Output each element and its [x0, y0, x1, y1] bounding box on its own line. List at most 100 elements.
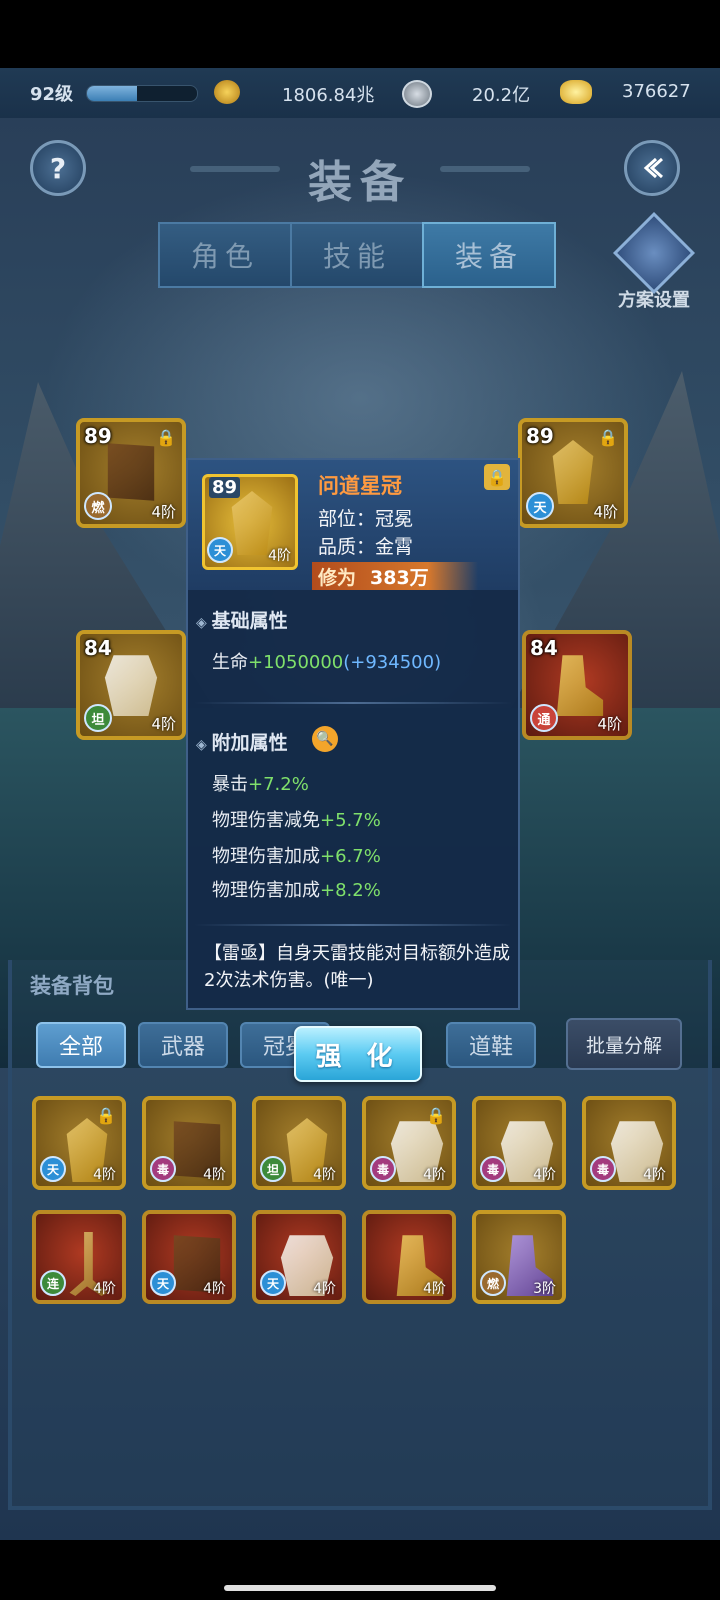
equip-slot-crown[interactable]: 89 🔒 天 4阶: [518, 418, 628, 528]
page-title: 装备: [308, 157, 412, 208]
slot-tier: 4阶: [597, 715, 622, 733]
extra-stat: 物理伤害加成+6.7%: [212, 842, 381, 868]
item-badge: 坦: [260, 1156, 286, 1182]
bag-item[interactable]: 坦 4阶: [252, 1096, 346, 1190]
home-indicator[interactable]: [224, 1585, 496, 1591]
stat-name: 物理伤害加成: [212, 880, 320, 901]
stat-value: +5.7%: [320, 810, 381, 831]
equip-slot-book[interactable]: 89 🔒 燃 4阶: [76, 418, 186, 528]
item-tier: 4阶: [423, 1167, 446, 1183]
slot-level: 84: [530, 636, 558, 660]
help-icon: ?: [49, 151, 67, 185]
player-level: 92级: [30, 84, 74, 105]
item-badge: 毒: [590, 1156, 616, 1182]
item-tier: 4阶: [313, 1281, 336, 1297]
slot-badge: 坦: [84, 704, 112, 732]
plan-settings-button[interactable]: 方案设置: [612, 211, 696, 312]
item-tier: 4阶: [203, 1281, 226, 1297]
popup-item-icon: 89 天 4阶: [202, 474, 298, 570]
item-tier: 4阶: [313, 1167, 336, 1183]
slot-tier: 4阶: [593, 503, 618, 521]
item-tier: 4阶: [533, 1167, 556, 1183]
filter-shoes[interactable]: 道鞋: [446, 1022, 536, 1068]
slot-level: 89: [84, 424, 112, 448]
help-button[interactable]: ?: [30, 140, 86, 196]
xp-bar: [86, 85, 198, 102]
item-quality: 品质：金霄: [318, 536, 414, 558]
stat-name: 生命: [212, 652, 248, 673]
bag-item[interactable]: 🔒 天 4阶: [32, 1096, 126, 1190]
item-tier: 4阶: [203, 1167, 226, 1183]
enhance-button[interactable]: 强 化: [294, 1026, 422, 1082]
bag-item[interactable]: 天 4阶: [142, 1210, 236, 1304]
ingot-icon: [560, 80, 592, 104]
tab-role[interactable]: 角色: [158, 222, 292, 288]
popup-item-badge: 天: [207, 537, 233, 563]
item-tier: 4阶: [93, 1281, 116, 1297]
filter-all[interactable]: 全部: [36, 1022, 126, 1068]
item-tier: 4阶: [643, 1167, 666, 1183]
lock-icon: 🔒: [156, 428, 176, 447]
extra-stat: 暴击+7.2%: [212, 770, 309, 796]
lock-icon: 🔒: [598, 428, 618, 447]
extra-stat: 物理伤害减免+5.7%: [212, 806, 381, 832]
crown-icon: [552, 440, 594, 504]
bulk-dismantle-button[interactable]: 批量分解: [566, 1018, 682, 1070]
bag-item[interactable]: 🔒 毒 4阶: [362, 1096, 456, 1190]
item-name: 问道星冠: [318, 474, 402, 498]
bag-item[interactable]: 连 4阶: [32, 1210, 126, 1304]
stat-value: +8.2%: [320, 880, 381, 901]
search-icon[interactable]: 🔍: [312, 726, 338, 752]
item-description: 【雷亟】自身天雷技能对目标额外造成2次法术伤害。(唯一): [204, 943, 510, 991]
bag-item[interactable]: 毒 4阶: [472, 1096, 566, 1190]
extra-stat: 物理伤害加成+8.2%: [212, 876, 381, 902]
item-tier: 3阶: [533, 1281, 556, 1297]
stat-name: 物理伤害减免: [212, 810, 320, 831]
filter-weapon[interactable]: 武器: [138, 1022, 228, 1068]
slot-tier: 4阶: [151, 503, 176, 521]
item-badge: 毒: [370, 1156, 396, 1182]
lock-toggle-button[interactable]: 🔒: [484, 464, 510, 490]
bag-item[interactable]: 天 4阶: [252, 1210, 346, 1304]
extra-attributes-title: 附加属性: [196, 728, 288, 755]
item-badge: 连: [40, 1270, 66, 1296]
lock-icon: 🔒: [426, 1106, 446, 1125]
equip-slot-armor[interactable]: 84 坦 4阶: [76, 630, 186, 740]
item-tier: 4阶: [93, 1167, 116, 1183]
stat-value: +1050000: [248, 652, 344, 673]
item-detail-popup: 89 天 4阶 问道星冠 部位：冠冕 品质：金霄 修为 383万 🔒 基础属性 …: [186, 458, 520, 1010]
item-badge: 毒: [150, 1156, 176, 1182]
slot-badge: 天: [526, 492, 554, 520]
divider: [194, 702, 512, 704]
popup-item-level: 89: [209, 477, 241, 498]
item-badge: 天: [40, 1156, 66, 1182]
tab-equipment[interactable]: 装备: [422, 222, 556, 288]
base-stat: 生命+1050000(+934500): [212, 648, 441, 674]
item-badge: 燃: [480, 1270, 506, 1296]
bag-item[interactable]: 毒 4阶: [582, 1096, 676, 1190]
coin-icon: [402, 80, 432, 108]
back-button[interactable]: [624, 140, 680, 196]
bag-item[interactable]: 毒 4阶: [142, 1096, 236, 1190]
bag-title: 装备背包: [30, 974, 114, 998]
bag-item[interactable]: 4阶: [362, 1210, 456, 1304]
slot-tier: 4阶: [151, 715, 176, 733]
divider: [194, 924, 512, 926]
item-tier: 4阶: [423, 1281, 446, 1297]
tab-skill[interactable]: 技能: [290, 222, 424, 288]
back-arrow-icon: [643, 157, 664, 179]
cultivation-bar: 修为 383万: [312, 562, 478, 590]
slot-level: 89: [526, 424, 554, 448]
slot-level: 84: [84, 636, 112, 660]
title-bar: 装备: [190, 146, 530, 208]
armor-icon: [104, 655, 158, 716]
item-slot: 部位：冠冕: [318, 508, 414, 530]
popup-item-tier: 4阶: [268, 548, 291, 564]
gear-icon: [612, 211, 696, 295]
bag-item[interactable]: 燃 3阶: [472, 1210, 566, 1304]
equip-slot-boots[interactable]: 84 通 4阶: [522, 630, 632, 740]
lock-icon: 🔒: [96, 1106, 116, 1125]
stat-value: +6.7%: [320, 846, 381, 867]
item-badge: 天: [150, 1270, 176, 1296]
power-icon: [214, 80, 240, 104]
